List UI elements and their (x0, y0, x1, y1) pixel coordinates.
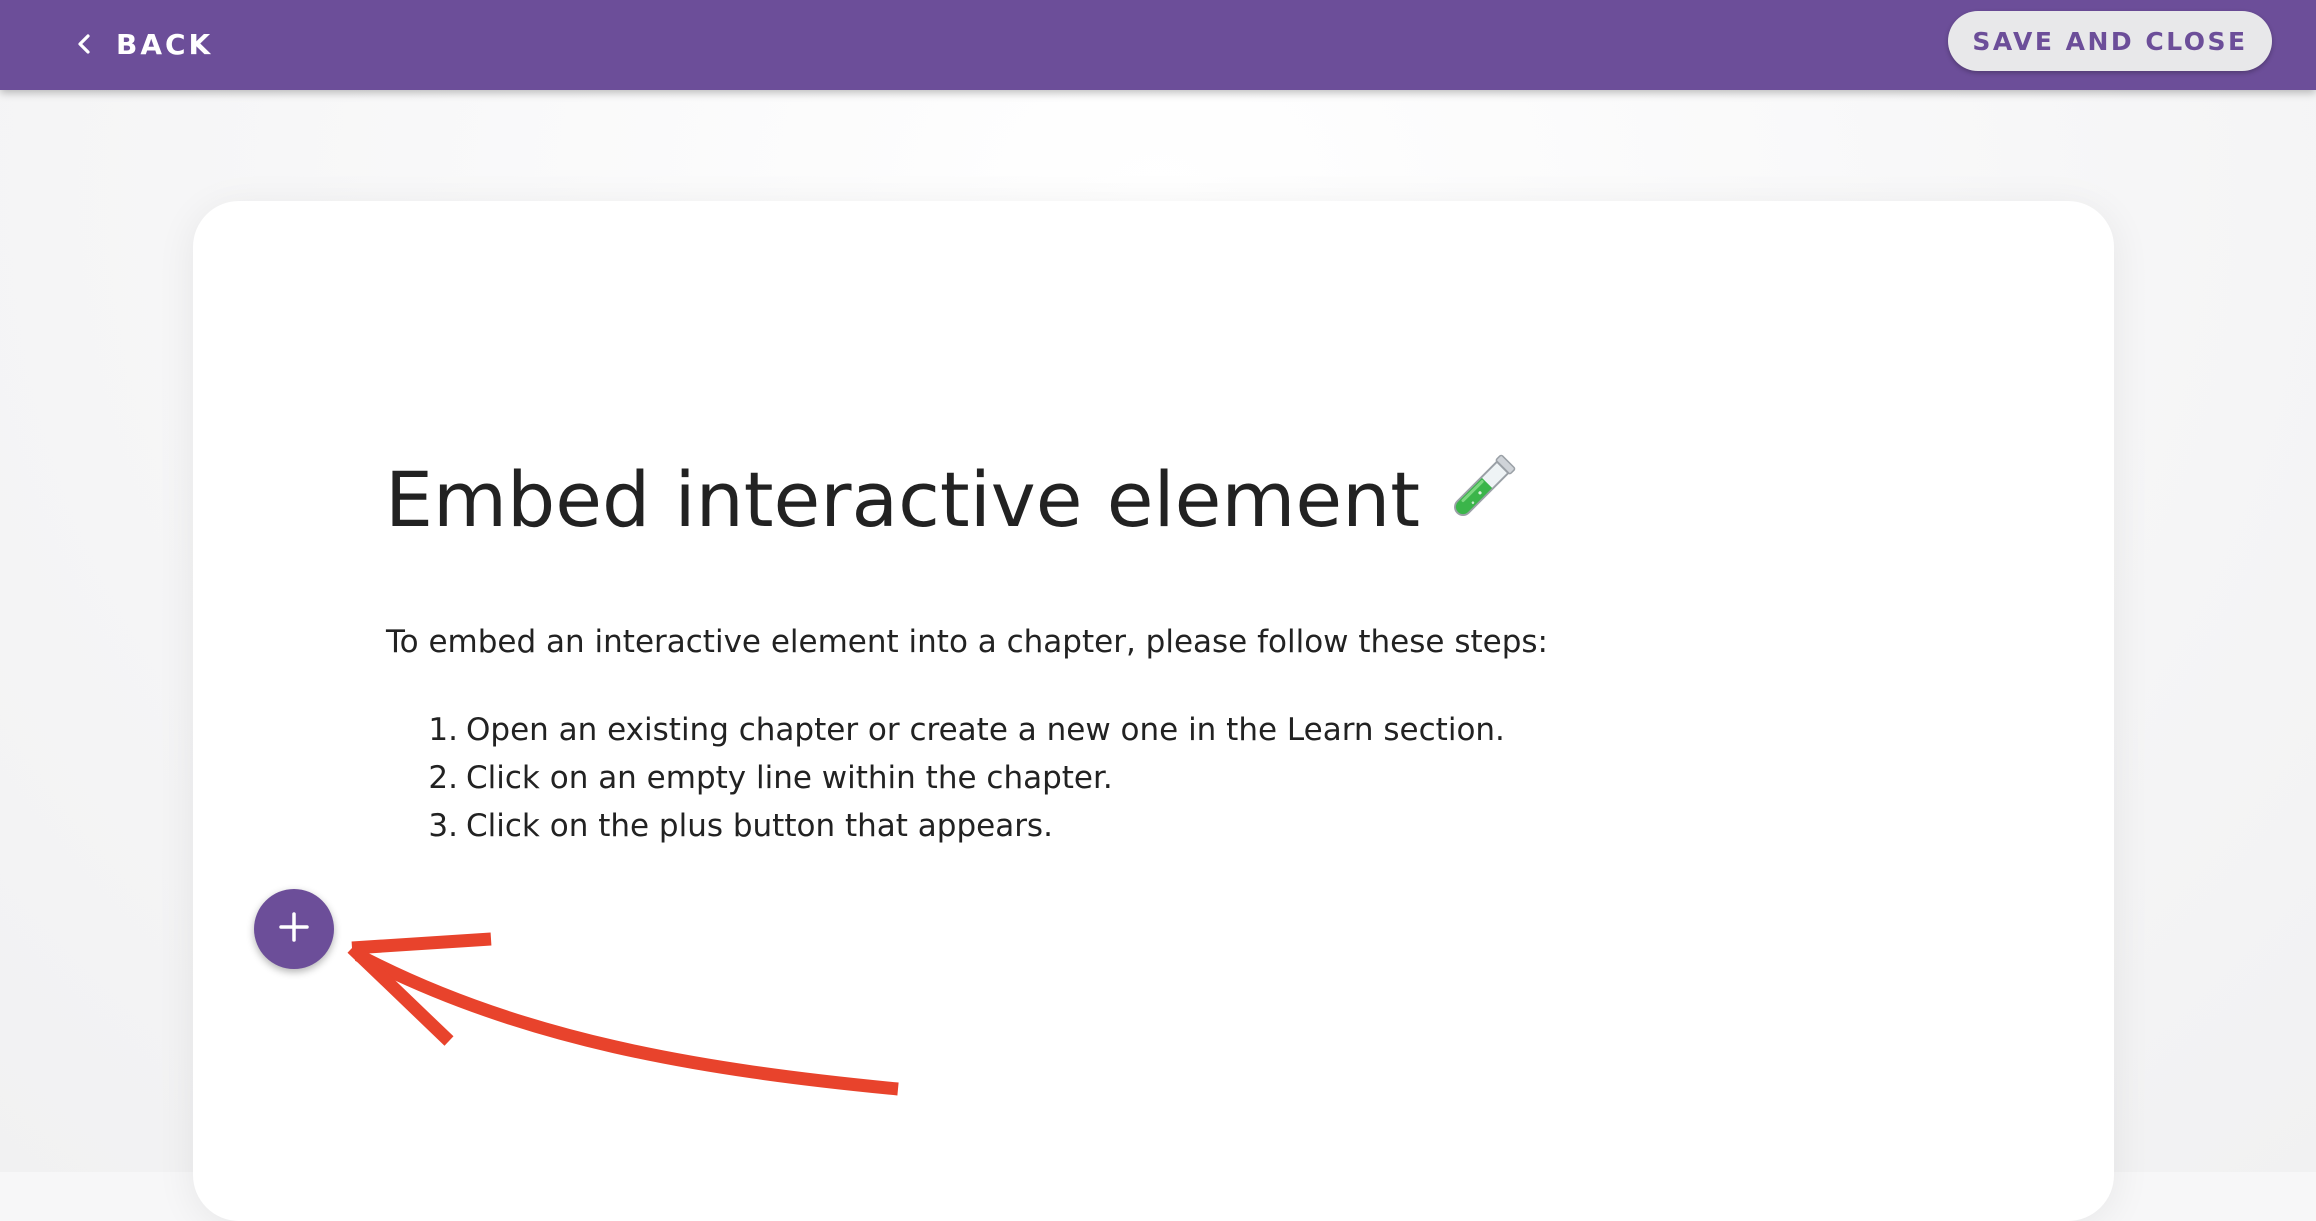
intro-text: To embed an interactive element into a c… (386, 624, 1548, 660)
step-text: Open an existing chapter or create a new… (466, 712, 1505, 748)
step-text: Click on the plus button that appears. (466, 808, 1053, 844)
page-title: Embed interactive element (385, 448, 1522, 550)
step-number: 3. (428, 808, 458, 844)
back-button[interactable]: BACK (76, 18, 213, 70)
save-and-close-button[interactable]: SAVE AND CLOSE (1948, 11, 2272, 71)
list-item: 2. Click on an empty line within the cha… (386, 754, 1505, 802)
list-item: 1. Open an existing chapter or create a … (386, 706, 1505, 754)
step-text: Click on an empty line within the chapte… (466, 760, 1113, 796)
list-item: 3. Click on the plus button that appears… (386, 802, 1505, 850)
top-app-bar: BACK SAVE AND CLOSE (0, 0, 2316, 90)
step-number: 2. (428, 760, 458, 796)
chevron-left-icon (76, 32, 92, 56)
add-element-button[interactable] (254, 889, 334, 969)
step-number: 1. (428, 712, 458, 748)
test-tube-icon (1438, 448, 1522, 550)
back-button-label: BACK (116, 27, 214, 61)
plus-icon (277, 910, 311, 948)
steps-list: 1. Open an existing chapter or create a … (386, 706, 1505, 850)
page-title-text: Embed interactive element (385, 454, 1421, 544)
